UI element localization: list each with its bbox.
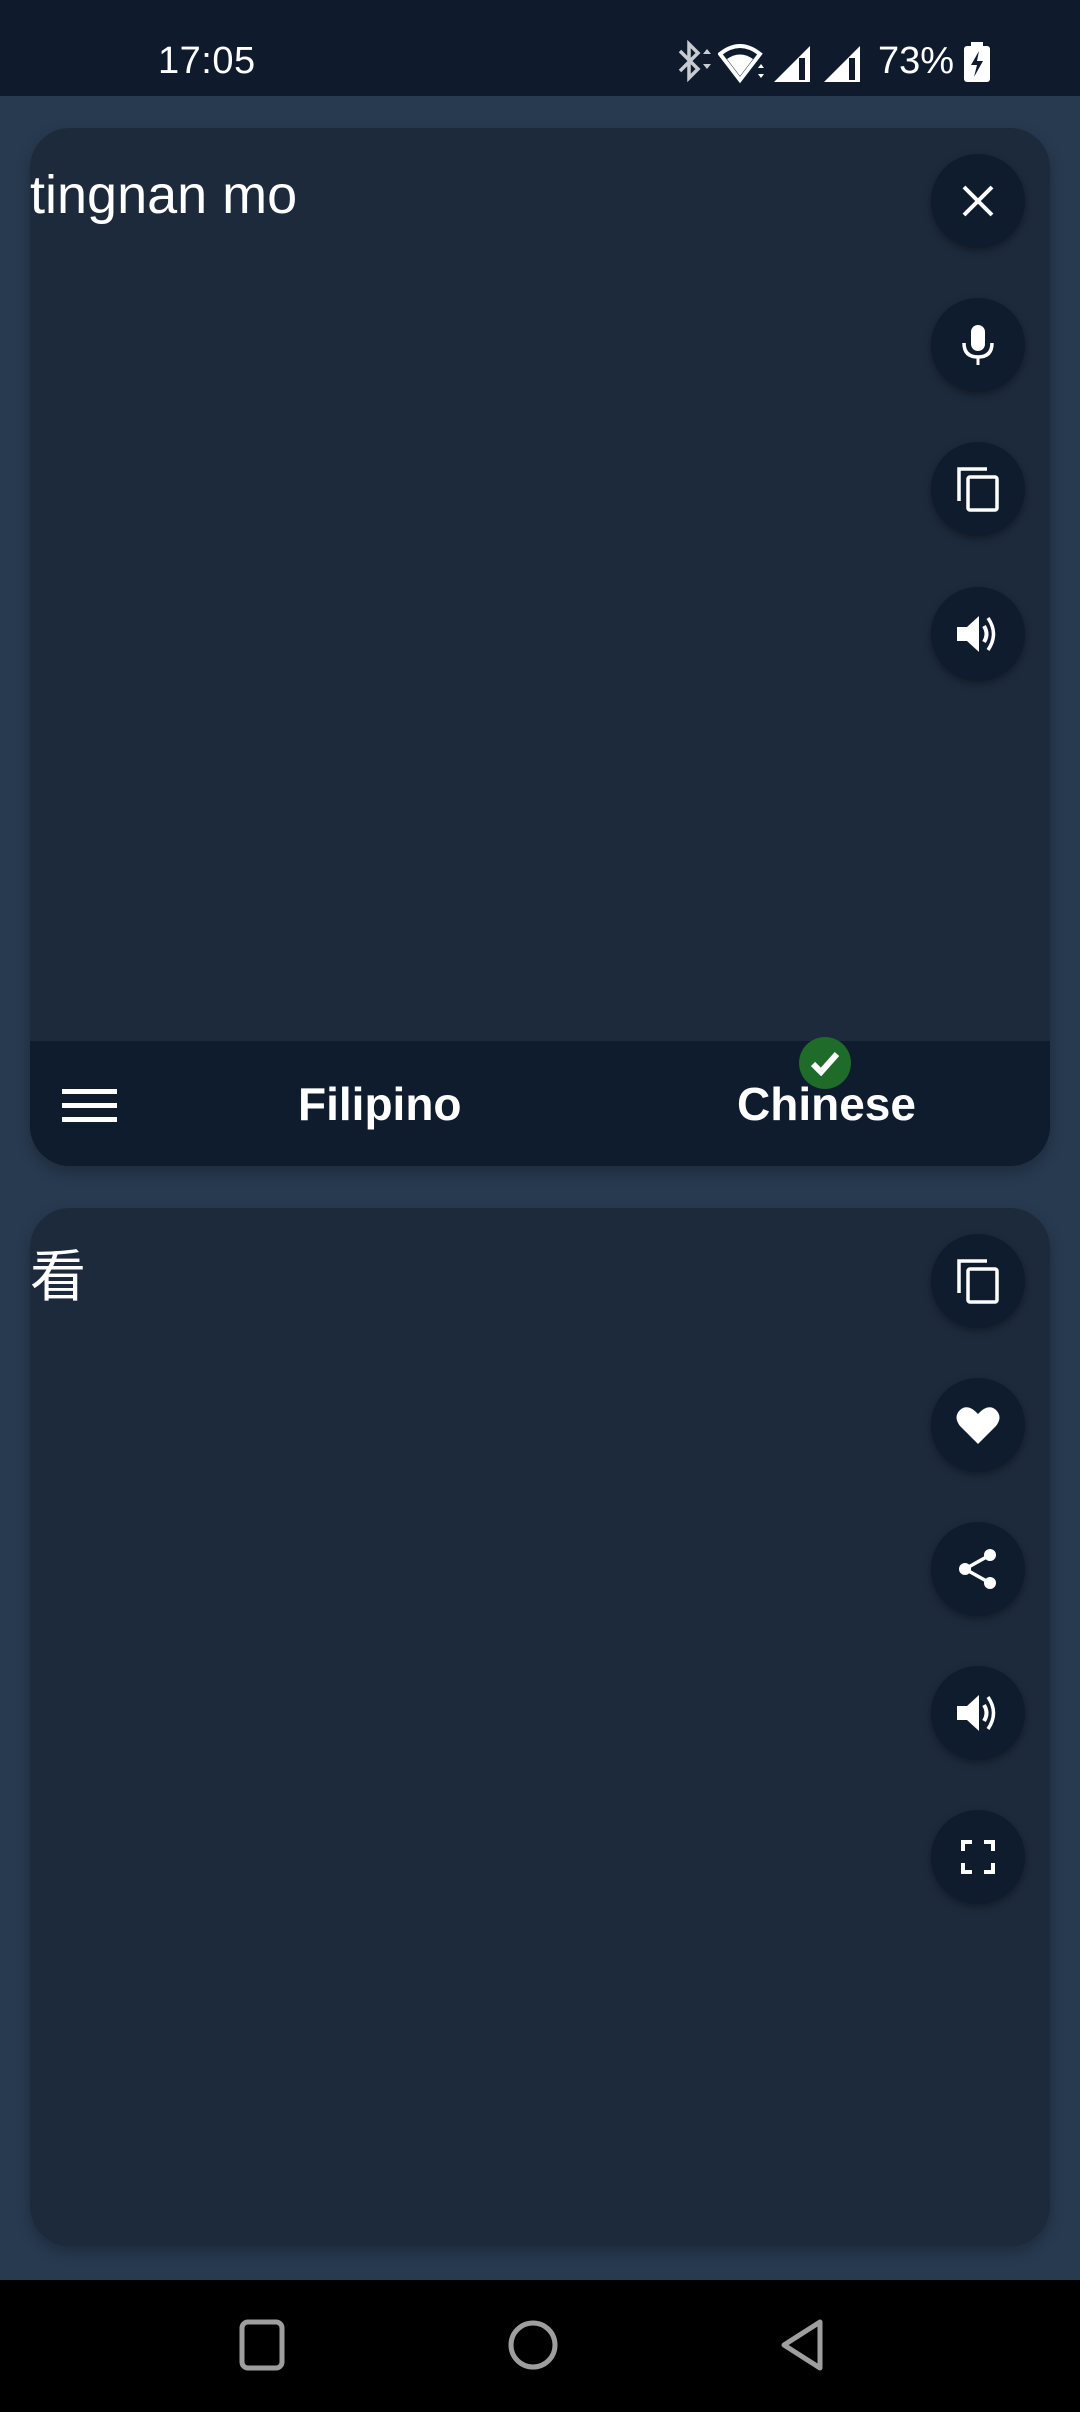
copy-icon bbox=[957, 1259, 999, 1304]
back-button[interactable] bbox=[778, 2318, 828, 2372]
signal-icon bbox=[824, 46, 860, 82]
navigation-bar bbox=[0, 2280, 1080, 2412]
wifi-icon bbox=[718, 44, 764, 84]
copy-icon bbox=[957, 467, 999, 512]
fullscreen-button[interactable] bbox=[931, 1810, 1025, 1904]
microphone-icon bbox=[962, 325, 994, 365]
check-icon bbox=[810, 1052, 840, 1076]
voice-input-button[interactable] bbox=[931, 298, 1025, 392]
hamburger-line bbox=[61, 1116, 117, 1122]
menu-button[interactable] bbox=[58, 1077, 120, 1133]
battery-charging-icon bbox=[964, 42, 990, 82]
home-button[interactable] bbox=[506, 2318, 560, 2372]
close-icon bbox=[962, 185, 994, 217]
source-card: Filipino Chinese bbox=[30, 128, 1050, 1166]
translated-text: 看 bbox=[30, 1245, 86, 1310]
hamburger-menu-icon bbox=[61, 1088, 117, 1094]
bluetooth-icon bbox=[678, 40, 711, 82]
favorite-button[interactable] bbox=[931, 1378, 1025, 1472]
speaker-icon bbox=[957, 1695, 996, 1731]
hamburger-line bbox=[61, 1102, 117, 1108]
recents-button[interactable] bbox=[238, 2318, 286, 2372]
status-bar: 17:05 73% bbox=[0, 0, 1080, 96]
copy-result-button[interactable] bbox=[931, 1234, 1025, 1328]
language-bar: Filipino Chinese bbox=[30, 1037, 1050, 1166]
clear-button[interactable] bbox=[931, 154, 1025, 248]
fullscreen-icon bbox=[961, 1840, 995, 1874]
speak-result-button[interactable] bbox=[931, 1666, 1025, 1760]
share-icon bbox=[959, 1549, 996, 1589]
share-button[interactable] bbox=[931, 1522, 1025, 1616]
source-text-input[interactable]: tingnan mo bbox=[30, 168, 297, 222]
source-language-button[interactable]: Filipino bbox=[298, 1081, 462, 1127]
speaker-icon bbox=[957, 616, 996, 652]
battery-percent: 73% bbox=[878, 40, 955, 82]
speak-source-button[interactable] bbox=[931, 587, 1025, 681]
heart-icon bbox=[956, 1407, 1000, 1444]
copy-source-button[interactable] bbox=[931, 442, 1025, 536]
target-selected-badge bbox=[799, 1037, 851, 1089]
signal-icon bbox=[774, 46, 810, 82]
result-card bbox=[30, 1208, 1050, 2246]
